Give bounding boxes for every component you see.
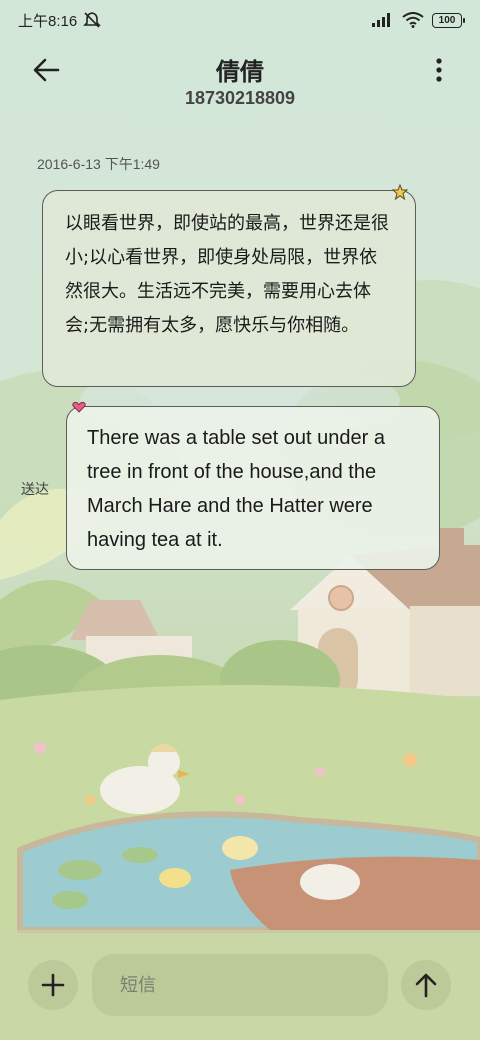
- arrow-up-icon: [415, 973, 437, 998]
- signal-icon: [372, 13, 390, 27]
- more-options-button[interactable]: [432, 56, 446, 84]
- sent-message-bubble[interactable]: There was a table set out under a tree i…: [66, 406, 440, 570]
- battery-icon: 100: [432, 12, 465, 28]
- status-time: 上午8:16: [18, 12, 78, 30]
- received-message-text: 以眼看世界，即使站的最高，世界还是很小;以心看世界，即使身处局限，世界依然很大。…: [65, 213, 389, 336]
- delivery-status: 送达: [21, 482, 49, 498]
- more-vertical-icon: [436, 58, 442, 82]
- wifi-icon: [402, 12, 424, 28]
- contact-name: 倩倩: [216, 58, 264, 86]
- plus-icon: [41, 973, 65, 997]
- contact-number: 18730218809: [184, 88, 296, 108]
- send-button[interactable]: [401, 960, 451, 1010]
- message-composer: [0, 930, 480, 1040]
- battery-level: 100: [438, 14, 456, 26]
- status-bar: 上午8:16 100: [0, 0, 480, 40]
- message-input[interactable]: [92, 954, 388, 1016]
- star-icon: [392, 184, 408, 200]
- add-attachment-button[interactable]: [28, 960, 78, 1010]
- mute-bell-icon: [83, 12, 102, 28]
- received-message-bubble[interactable]: 以眼看世界，即使站的最高，世界还是很小;以心看世界，即使身处局限，世界依然很大。…: [42, 190, 416, 387]
- message-timestamp: 2016-6-13 下午1:49: [37, 156, 160, 172]
- sent-message-text: There was a table set out under a tree i…: [87, 427, 385, 551]
- conversation-header: 倩倩 18730218809: [0, 42, 480, 122]
- heart-icon: [72, 401, 86, 413]
